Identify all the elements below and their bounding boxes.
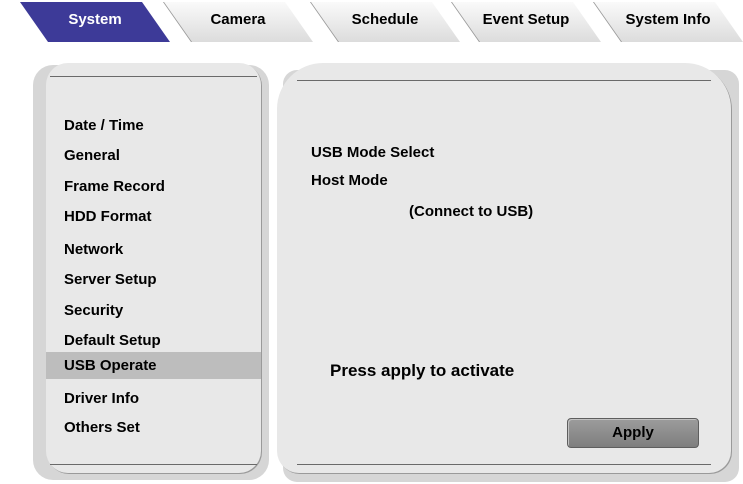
- menu-item-default-setup[interactable]: Default Setup: [46, 327, 261, 354]
- menu-item-date-time[interactable]: Date / Time: [46, 112, 261, 139]
- menu-item-network[interactable]: Network: [46, 236, 261, 263]
- menu-top-divider: [50, 76, 257, 77]
- tab-system-info[interactable]: System Info: [593, 2, 743, 42]
- menu-item-usb-operate[interactable]: USB Operate: [46, 352, 261, 379]
- menu-bottom-divider: [50, 464, 257, 465]
- tab-system-info-label: System Info: [625, 11, 711, 28]
- tab-schedule[interactable]: Schedule: [310, 2, 460, 42]
- apply-button[interactable]: Apply: [567, 418, 699, 448]
- top-tab-bar: System Camera Schedule Event Setup Syste…: [0, 0, 743, 46]
- menu-item-frame-record[interactable]: Frame Record: [46, 173, 261, 200]
- menu-item-driver-info[interactable]: Driver Info: [46, 385, 261, 412]
- usb-mode-select-label: USB Mode Select: [311, 144, 435, 161]
- tab-event-setup-label: Event Setup: [482, 11, 570, 28]
- system-menu: Date / Time General Frame Record HDD For…: [46, 63, 261, 473]
- menu-item-server-setup[interactable]: Server Setup: [46, 266, 261, 293]
- tab-schedule-label: Schedule: [351, 11, 419, 28]
- menu-item-security[interactable]: Security: [46, 297, 261, 324]
- usb-mode-hint: (Connect to USB): [409, 203, 534, 220]
- menu-item-general[interactable]: General: [46, 142, 261, 169]
- content-top-divider: [297, 80, 711, 81]
- menu-item-hdd-format[interactable]: HDD Format: [46, 203, 261, 230]
- menu-item-others-set[interactable]: Others Set: [46, 414, 261, 441]
- tab-camera[interactable]: Camera: [163, 2, 313, 42]
- apply-instruction: Press apply to activate: [330, 361, 515, 380]
- tab-camera-label: Camera: [210, 11, 266, 28]
- tab-event-setup[interactable]: Event Setup: [451, 2, 601, 42]
- tab-system-label: System: [68, 11, 122, 28]
- content-bottom-divider: [297, 464, 711, 465]
- usb-mode-value[interactable]: Host Mode: [311, 172, 388, 189]
- usb-operate-panel: [277, 63, 731, 473]
- tab-system[interactable]: System: [20, 2, 170, 42]
